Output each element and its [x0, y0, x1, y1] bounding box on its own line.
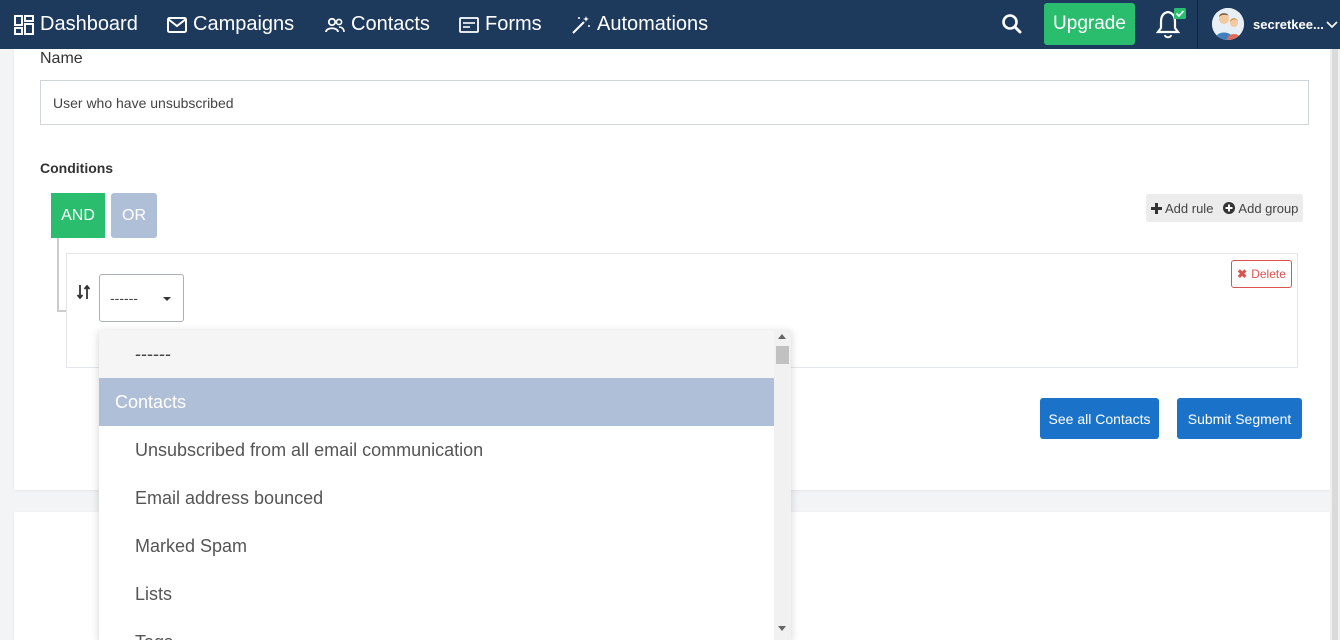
dropdown-group-contacts: Contacts [99, 378, 774, 426]
scroll-down-icon[interactable] [778, 626, 786, 631]
forms-icon [459, 16, 479, 33]
nav-automations-label: Automations [597, 13, 709, 35]
plus-circle-icon [1223, 202, 1236, 214]
upgrade-button[interactable]: Upgrade [1044, 3, 1135, 45]
sort-handle[interactable] [76, 283, 92, 301]
plus-icon [1151, 202, 1162, 214]
avatar [1212, 8, 1244, 40]
add-rule-label: Add rule [1165, 200, 1214, 216]
caret-down-icon [163, 297, 171, 301]
avatar-image-icon [1212, 8, 1244, 40]
dropdown-scrollbar[interactable] [774, 330, 791, 640]
nav-forms-label: Forms [485, 13, 542, 35]
and-button[interactable]: AND [51, 193, 105, 238]
top-navbar: Dashboard Campaigns Contacts Forms Autom… [0, 0, 1340, 49]
notifications-button[interactable] [1154, 8, 1188, 40]
dropdown-option[interactable]: Email address bounced [99, 474, 774, 522]
nav-automations[interactable]: Automations [571, 0, 708, 49]
dropdown-option[interactable]: Unsubscribed from all email communicatio… [99, 426, 774, 474]
submit-segment-button[interactable]: Submit Segment [1177, 398, 1302, 439]
nav-contacts[interactable]: Contacts [325, 0, 430, 49]
envelope-icon [167, 16, 187, 33]
add-group-button[interactable]: Add group [1218, 194, 1303, 222]
nav-contacts-label: Contacts [351, 13, 430, 35]
condition-field-value: ------ [110, 290, 138, 306]
nav-campaigns-label: Campaigns [193, 13, 295, 35]
page-scrollbar-thumb[interactable] [1332, 49, 1338, 640]
contacts-icon [325, 17, 345, 32]
add-group-label: Add group [1238, 200, 1299, 216]
dashboard-icon [14, 14, 34, 35]
magic-wand-icon [572, 15, 590, 34]
nav-divider [1197, 0, 1198, 49]
page-scrollbar[interactable] [1330, 49, 1340, 640]
see-all-contacts-button[interactable]: See all Contacts [1040, 398, 1159, 439]
dropdown-option[interactable]: Lists [99, 570, 774, 618]
dropdown-scrollbar-thumb[interactable] [776, 346, 789, 364]
search-button[interactable] [1000, 12, 1024, 36]
scroll-up-icon[interactable] [778, 334, 786, 339]
rule-actions: Add rule Add group [1146, 194, 1304, 222]
close-icon: ✖ [1237, 267, 1248, 281]
chevron-down-icon [1326, 21, 1338, 29]
dropdown-option-empty[interactable]: ------ [99, 330, 774, 378]
delete-rule-button[interactable]: ✖ Delete [1231, 260, 1292, 288]
dropdown-option[interactable]: Tags [99, 618, 774, 640]
nav-campaigns[interactable]: Campaigns [167, 0, 294, 49]
or-button[interactable]: OR [111, 193, 157, 238]
nav-dashboard-label: Dashboard [40, 13, 138, 35]
condition-field-select[interactable]: ------ [99, 274, 184, 322]
conditions-label: Conditions [40, 160, 114, 176]
user-menu[interactable]: secretkee... [1212, 5, 1338, 43]
nav-forms[interactable]: Forms [459, 0, 542, 49]
condition-field-dropdown: ------ Contacts Unsubscribed from all em… [99, 330, 791, 640]
delete-label: Delete [1251, 267, 1286, 281]
nav-dashboard[interactable]: Dashboard [14, 0, 138, 49]
add-rule-button[interactable]: Add rule [1146, 194, 1218, 222]
search-icon [1002, 14, 1022, 34]
dropdown-option[interactable]: Marked Spam [99, 522, 774, 570]
segment-name-input[interactable] [40, 80, 1309, 125]
sort-arrows-icon [76, 284, 91, 300]
bell-icon [1155, 8, 1186, 39]
user-name: secretkee... [1253, 16, 1324, 32]
name-label: Name [40, 50, 83, 67]
